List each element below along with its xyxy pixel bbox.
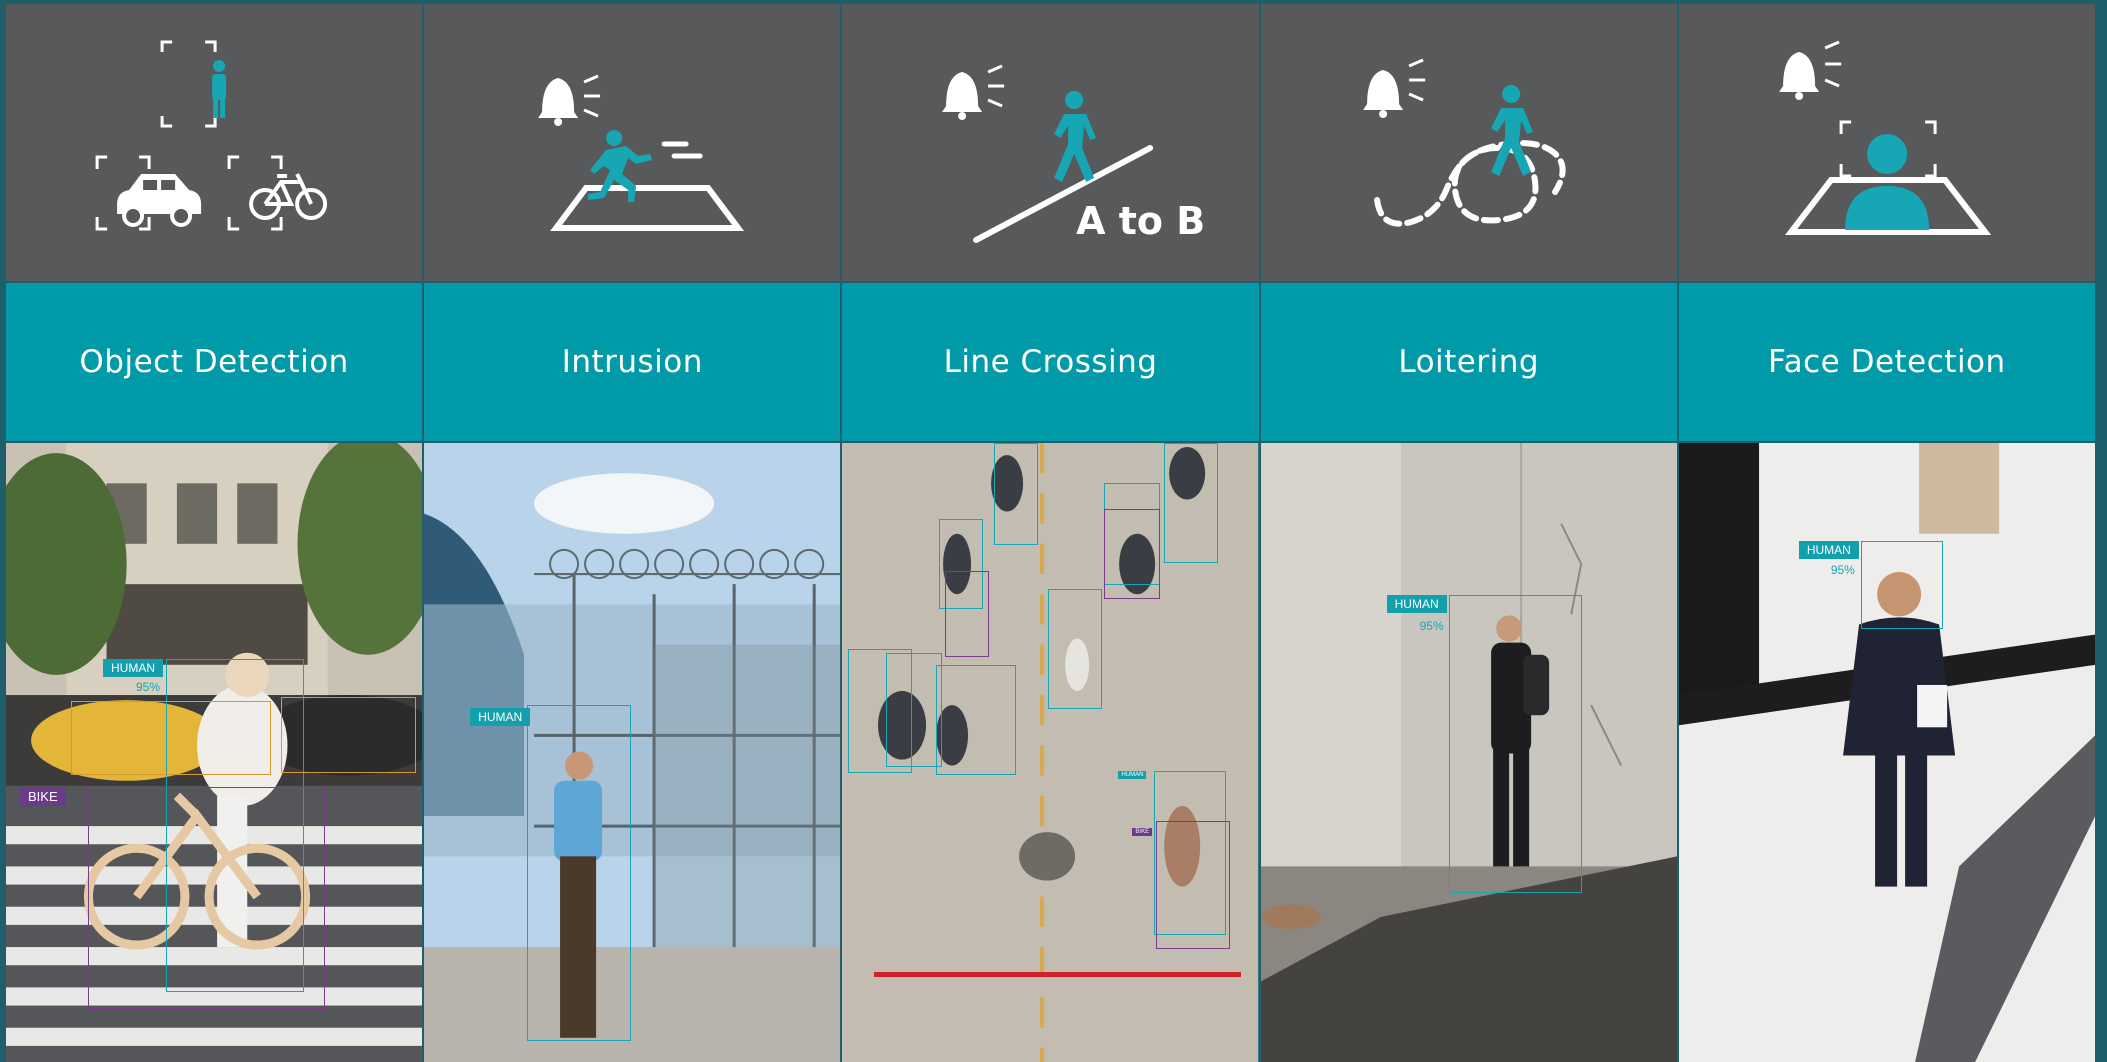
intrusion-icon-panel bbox=[424, 4, 841, 281]
line-crossing-icon-panel: A to B bbox=[842, 4, 1259, 281]
face-detection-icon bbox=[1778, 40, 1992, 235]
human-tag: HUMAN bbox=[103, 659, 163, 677]
intrusion-label: Intrusion bbox=[561, 344, 703, 380]
line-crossing-photo: HUMAN BIKE bbox=[842, 443, 1259, 1062]
confidence-value: 95% bbox=[1419, 619, 1444, 633]
bike-bounding-box bbox=[1104, 509, 1161, 599]
face-detection-label: Face Detection bbox=[1768, 344, 2006, 380]
human-bounding-box bbox=[936, 665, 1017, 775]
feature-grid: Object Detection HUMAN 95% BIKE Intrusio… bbox=[6, 4, 2096, 1062]
face-detection-icon-panel bbox=[1678, 4, 2096, 281]
line-crossing-label: Line Crossing bbox=[943, 344, 1158, 380]
human-bounding-box bbox=[1048, 589, 1103, 709]
vehicle-bounding-box bbox=[71, 701, 271, 775]
bell-icon bbox=[538, 78, 579, 126]
human-bounding-box bbox=[1860, 541, 1943, 629]
feature-column-object-detection: Object Detection HUMAN 95% BIKE bbox=[6, 4, 423, 1062]
feature-column-face-detection: Face Detection HUMAN 95% bbox=[1678, 4, 2096, 1062]
a-to-b-text: A to B bbox=[1077, 199, 1206, 243]
human-bounding-box bbox=[1448, 595, 1582, 893]
intrusion-photo: HUMAN bbox=[424, 443, 841, 1062]
bike-bounding-box bbox=[945, 571, 990, 657]
object-detection-label: Object Detection bbox=[79, 344, 349, 380]
confidence-value: 95% bbox=[1830, 563, 1855, 577]
human-bounding-box bbox=[1164, 443, 1219, 563]
feature-column-line-crossing: A to B Line Crossing HUMAN BIKE bbox=[842, 4, 1259, 1062]
object-detection-label-cell: Object Detection bbox=[6, 283, 423, 441]
person-icon bbox=[212, 60, 227, 118]
vehicle-bounding-box bbox=[281, 697, 416, 773]
loitering-label: Loitering bbox=[1398, 344, 1540, 380]
feature-column-intrusion: Intrusion HUMAN bbox=[424, 4, 841, 1062]
human-bounding-box bbox=[994, 443, 1039, 545]
intrusion-icon bbox=[538, 74, 745, 231]
line-crossing-icon: A to B bbox=[942, 64, 1206, 243]
bike-tag: BIKE bbox=[20, 787, 66, 806]
bell-icon bbox=[1362, 70, 1403, 118]
bike-bounding-box bbox=[88, 787, 325, 1009]
walking-person-icon bbox=[1490, 85, 1533, 176]
bell-icon bbox=[1778, 52, 1819, 100]
face-detection-photo: HUMAN 95% bbox=[1678, 443, 2096, 1062]
car-icon bbox=[117, 174, 202, 227]
loitering-label-cell: Loitering bbox=[1260, 283, 1677, 441]
human-bounding-box bbox=[886, 653, 943, 767]
human-tag: HUMAN bbox=[1118, 771, 1147, 779]
bike-tag: BIKE bbox=[1132, 828, 1153, 836]
face-detection-label-cell: Face Detection bbox=[1678, 283, 2096, 441]
loitering-icon-panel bbox=[1260, 4, 1677, 281]
walking-person-icon bbox=[1054, 91, 1097, 182]
bike-bounding-box bbox=[1156, 821, 1231, 949]
human-tag: HUMAN bbox=[470, 708, 531, 726]
object-detection-icon bbox=[95, 40, 328, 231]
running-person-icon bbox=[588, 130, 653, 202]
human-tag: HUMAN bbox=[1386, 595, 1447, 613]
human-tag: HUMAN bbox=[1798, 541, 1859, 559]
line-crossing-label-cell: Line Crossing bbox=[842, 283, 1259, 441]
crossing-line bbox=[874, 972, 1242, 977]
human-bounding-box bbox=[527, 705, 632, 1041]
feature-column-loitering: Loitering HUMAN 95% bbox=[1260, 4, 1677, 1062]
bell-icon bbox=[942, 72, 983, 120]
loitering-icon bbox=[1362, 58, 1566, 227]
loitering-photo: HUMAN 95% bbox=[1260, 443, 1677, 1062]
object-detection-icon-panel bbox=[6, 4, 423, 281]
bicycle-icon bbox=[249, 173, 328, 220]
object-detection-photo: HUMAN 95% BIKE bbox=[6, 443, 423, 1062]
intrusion-label-cell: Intrusion bbox=[424, 283, 841, 441]
confidence-value: 95% bbox=[136, 680, 161, 694]
